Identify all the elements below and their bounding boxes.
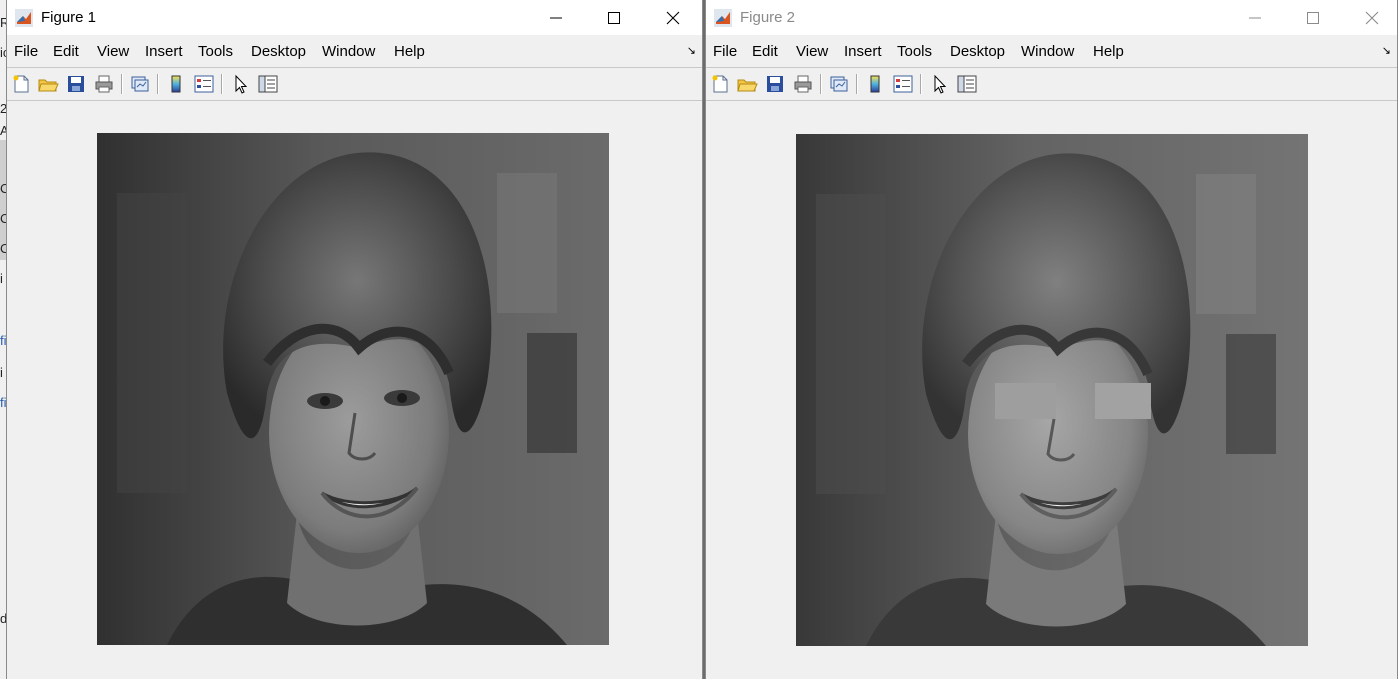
figure-toolbar: [7, 67, 702, 101]
print-icon[interactable]: [792, 73, 814, 95]
save-icon[interactable]: [65, 73, 87, 95]
close-button[interactable]: [644, 0, 702, 35]
menu-file[interactable]: File: [14, 43, 38, 60]
eye-mask-left: [995, 383, 1056, 419]
close-icon: [1365, 11, 1379, 24]
title-bar[interactable]: Figure 1: [7, 0, 702, 35]
minimize-icon: [550, 17, 562, 18]
print-icon[interactable]: [93, 73, 115, 95]
toolbar-separator: [920, 74, 921, 94]
open-file-icon[interactable]: [736, 73, 758, 95]
minimize-button[interactable]: [1226, 0, 1284, 35]
property-inspector-icon[interactable]: [956, 73, 978, 95]
save-icon[interactable]: [764, 73, 786, 95]
toolbar-separator: [820, 74, 821, 94]
maximize-icon: [1307, 11, 1319, 24]
edit-plot-arrow-icon[interactable]: [928, 73, 950, 95]
dock-arrow-icon[interactable]: ↘: [687, 44, 696, 57]
toolbar-separator: [157, 74, 158, 94]
portrait-image-eyes-masked: [796, 134, 1308, 646]
close-button[interactable]: [1343, 0, 1398, 35]
colorbar-icon[interactable]: [165, 73, 187, 95]
image-axes[interactable]: [796, 134, 1308, 646]
menu-bar: File Edit View Insert Tools Desktop Wind…: [706, 36, 1397, 66]
figure-window-2: Figure 2 File Edit View Insert Tools Des…: [705, 0, 1398, 679]
menu-edit[interactable]: Edit: [752, 43, 778, 60]
open-file-icon[interactable]: [37, 73, 59, 95]
colorbar-icon[interactable]: [864, 73, 886, 95]
title-bar[interactable]: Figure 2: [706, 0, 1397, 35]
menu-tools[interactable]: Tools: [198, 43, 233, 60]
menu-view[interactable]: View: [796, 43, 828, 60]
menu-help[interactable]: Help: [1093, 43, 1124, 60]
eye-mask-right: [1095, 383, 1151, 419]
menu-view[interactable]: View: [97, 43, 129, 60]
window-title: Figure 2: [740, 9, 796, 26]
legend-icon[interactable]: [193, 73, 215, 95]
window-title: Figure 1: [41, 9, 97, 26]
minimize-icon: [1249, 17, 1261, 18]
toolbar-separator: [221, 74, 222, 94]
menu-window[interactable]: Window: [1021, 43, 1074, 60]
portrait-image: [97, 133, 609, 645]
matlab-icon: [714, 9, 732, 27]
menu-help[interactable]: Help: [394, 43, 425, 60]
maximize-button[interactable]: [585, 0, 643, 35]
image-axes[interactable]: [97, 133, 609, 645]
toolbar-separator: [856, 74, 857, 94]
figure-window-1: Figure 1 File Edit View Insert Tools Des…: [6, 0, 703, 679]
toolbar-separator: [121, 74, 122, 94]
menu-insert[interactable]: Insert: [145, 43, 183, 60]
maximize-icon: [608, 11, 620, 24]
menu-tools[interactable]: Tools: [897, 43, 932, 60]
dock-arrow-icon[interactable]: ↘: [1382, 44, 1391, 57]
menu-window[interactable]: Window: [322, 43, 375, 60]
figure-toolbar: [706, 67, 1397, 101]
menu-file[interactable]: File: [713, 43, 737, 60]
legend-icon[interactable]: [892, 73, 914, 95]
new-figure-icon[interactable]: [10, 73, 32, 95]
minimize-button[interactable]: [527, 0, 585, 35]
link-plot-icon[interactable]: [828, 73, 850, 95]
menu-desktop[interactable]: Desktop: [950, 43, 1005, 60]
edit-plot-arrow-icon[interactable]: [229, 73, 251, 95]
menu-edit[interactable]: Edit: [53, 43, 79, 60]
menu-insert[interactable]: Insert: [844, 43, 882, 60]
menu-desktop[interactable]: Desktop: [251, 43, 306, 60]
matlab-icon: [15, 9, 33, 27]
link-plot-icon[interactable]: [129, 73, 151, 95]
property-inspector-icon[interactable]: [257, 73, 279, 95]
maximize-button[interactable]: [1284, 0, 1342, 35]
menu-bar: File Edit View Insert Tools Desktop Wind…: [7, 36, 702, 66]
new-figure-icon[interactable]: [709, 73, 731, 95]
close-icon: [666, 11, 680, 24]
